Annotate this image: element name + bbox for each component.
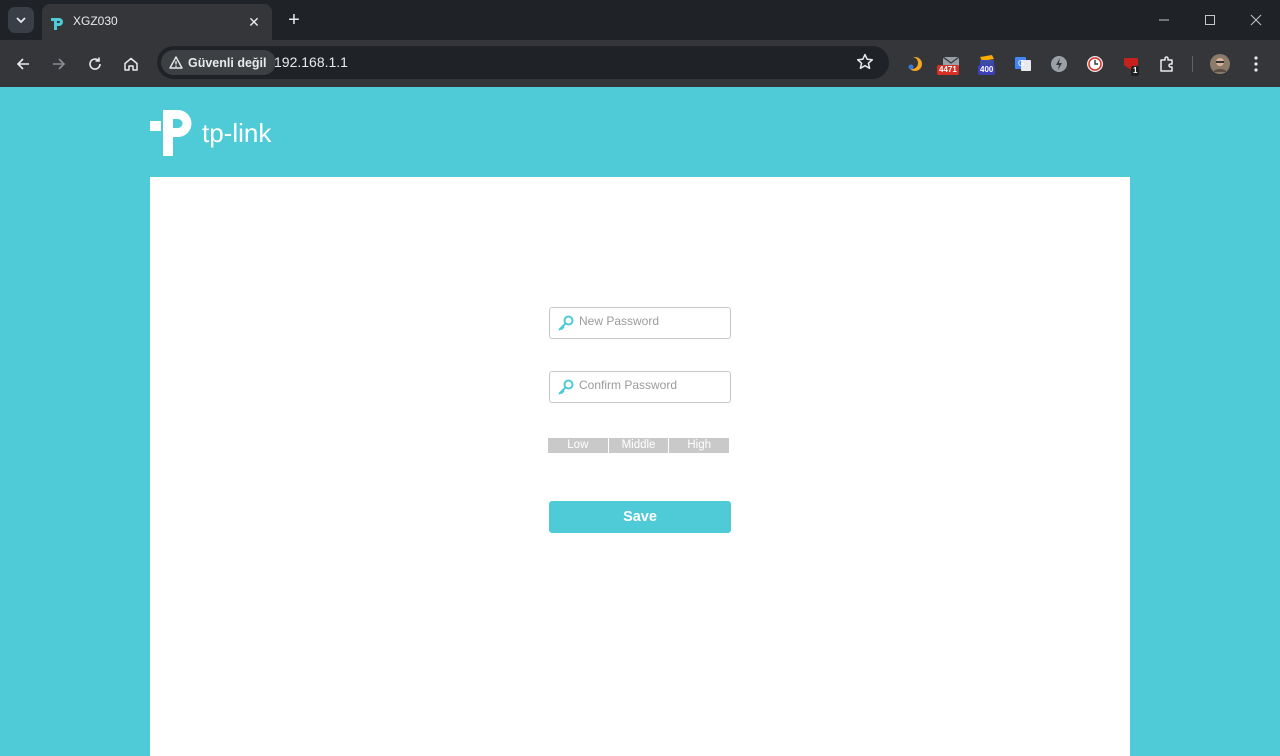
close-icon (1250, 14, 1262, 26)
security-chip[interactable]: Güvenli değil (161, 50, 276, 75)
setup-panel: Low Middle High Save (150, 177, 1130, 756)
extension-translate-icon[interactable]: G (1013, 54, 1033, 74)
minimize-icon (1159, 19, 1169, 21)
extension-counter-icon[interactable]: 400 (977, 54, 997, 75)
tp-link-logo: tp-link (150, 108, 282, 163)
new-password-input[interactable] (579, 314, 724, 328)
bookmark-star-icon[interactable] (855, 52, 875, 72)
minimize-button[interactable] (1149, 6, 1179, 34)
tab-strip: XGZ030 ✕ + (0, 0, 1280, 40)
tab-search-button[interactable] (8, 7, 34, 33)
confirm-password-field[interactable] (549, 371, 731, 403)
strength-high: High (669, 438, 730, 453)
key-icon (558, 315, 574, 331)
toolbar-separator (1192, 56, 1193, 72)
new-tab-button[interactable]: + (282, 8, 306, 32)
confirm-password-input[interactable] (579, 378, 724, 392)
active-tab[interactable]: XGZ030 ✕ (42, 4, 272, 40)
shield-badge: 1 (1131, 66, 1140, 76)
password-strength-bar: Low Middle High (548, 438, 730, 453)
close-window-button[interactable] (1241, 6, 1271, 34)
profile-avatar[interactable] (1210, 54, 1230, 74)
tab-title: XGZ030 (73, 14, 118, 28)
tab-close-icon[interactable]: ✕ (244, 12, 264, 32)
browser-toolbar: Güvenli değil 192.168.1.1 4471 400 G 1 (0, 40, 1280, 87)
new-password-field[interactable] (549, 307, 731, 339)
forward-button[interactable] (47, 52, 71, 76)
reload-button[interactable] (83, 52, 107, 76)
browser-menu-icon[interactable] (1246, 54, 1266, 74)
home-icon (124, 57, 138, 71)
mail-badge: 4471 (937, 65, 959, 75)
strength-low: Low (548, 438, 608, 453)
reload-icon (89, 57, 101, 70)
extensions-puzzle-icon[interactable] (1157, 54, 1177, 74)
extension-clock-icon[interactable] (1085, 54, 1105, 74)
back-button[interactable] (11, 52, 35, 76)
router-page: tp-link Low Middle High Save (0, 87, 1280, 756)
warning-icon (169, 56, 183, 69)
extension-crescent-icon[interactable] (905, 54, 925, 74)
save-button[interactable]: Save (549, 501, 731, 533)
logo-text: tp-link (202, 118, 272, 148)
extension-mail-icon[interactable]: 4471 (937, 54, 961, 75)
security-label: Güvenli değil (188, 55, 267, 70)
tp-link-favicon-icon (51, 18, 63, 30)
counter-badge: 400 (978, 65, 996, 75)
url-text[interactable]: 192.168.1.1 (274, 54, 348, 70)
maximize-icon (1205, 15, 1215, 25)
svg-text:G: G (1018, 59, 1024, 68)
key-icon (558, 379, 574, 395)
chevron-down-icon (16, 17, 26, 24)
extension-shield-icon[interactable]: 1 (1121, 54, 1141, 76)
arrow-right-icon (53, 58, 66, 70)
extension-bolt-icon[interactable] (1049, 54, 1069, 74)
maximize-button[interactable] (1195, 6, 1225, 34)
arrow-left-icon (16, 58, 29, 70)
home-button[interactable] (119, 52, 143, 76)
address-bar[interactable]: Güvenli değil 192.168.1.1 (157, 46, 889, 79)
strength-middle: Middle (608, 438, 669, 453)
